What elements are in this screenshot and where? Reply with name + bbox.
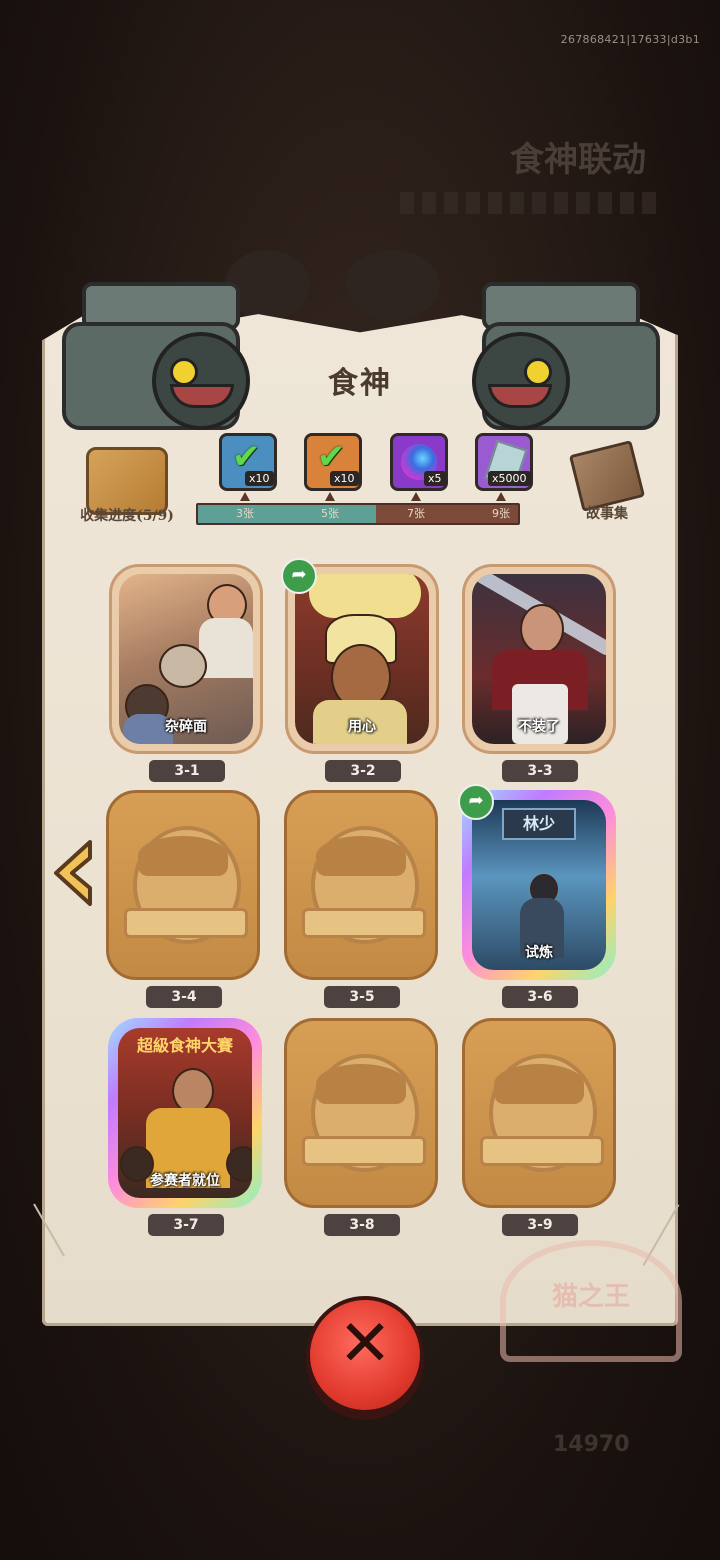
card-caption: 参赛者就位 [150, 1173, 220, 1189]
card-3-4-locked[interactable]: 3-4 [106, 790, 260, 1008]
progress-fill [198, 505, 376, 523]
card-3-5-locked[interactable]: 3-5 [284, 790, 438, 1008]
collection-progress-bar: 3张 5张 7张 9张 [196, 503, 520, 525]
card-id-label: 3-6 [502, 986, 578, 1008]
progress-marker [411, 492, 421, 501]
card-3-9-locked[interactable]: 3-9 [462, 1018, 616, 1236]
progress-tick: 3张 [236, 507, 254, 520]
card-caption: 杂碎面 [165, 719, 207, 735]
card-3-7[interactable]: 超級食神大賽 参赛者就位 3-7 [108, 1018, 262, 1236]
currency-value: 14970 [553, 1432, 630, 1457]
card-id-label: 3-3 [502, 760, 578, 782]
camera-right-decoration [470, 272, 700, 432]
card-caption: 试炼 [525, 945, 553, 961]
card-id-label: 3-7 [148, 1214, 224, 1236]
progress-marker [496, 492, 506, 501]
card-3-3[interactable]: 不装了 3-3 [462, 564, 616, 782]
progress-marker [325, 492, 335, 501]
event-subtitle-blur [400, 192, 660, 214]
card-id-label: 3-8 [324, 1214, 400, 1236]
card-3-1[interactable]: 杂碎面 3-1 [109, 564, 263, 782]
chevron-left-icon [54, 840, 92, 906]
card-id-label: 3-4 [146, 986, 222, 1008]
share-icon[interactable]: ➦ [458, 784, 494, 820]
progress-tick: 9张 [492, 507, 510, 520]
card-id-label: 3-1 [149, 760, 225, 782]
panel-title: 食神 [328, 366, 392, 401]
share-icon[interactable]: ➦ [281, 558, 317, 594]
collection-progress-label: 收集进度(5/9) [80, 508, 174, 524]
event-title: 食神联动 [510, 140, 646, 180]
progress-marker [240, 492, 250, 501]
reward-count: x5000 [488, 471, 531, 486]
card-banner: 超級食神大賽 [136, 1036, 233, 1055]
card-sign: 林少 [502, 808, 576, 840]
check-icon: ✔ [317, 437, 346, 477]
background-pot [345, 250, 440, 320]
reward-count: x5 [424, 471, 446, 486]
game-screen: 267868421|17633|d3b1 食神联动 14970 猫之王 食神 收… [0, 0, 720, 1560]
card-id-label: 3-9 [502, 1214, 578, 1236]
wax-stamp: 猫之王 [500, 1240, 682, 1362]
reward-count: x10 [245, 471, 274, 486]
build-id: 267868421|17633|d3b1 [560, 33, 700, 46]
progress-tick: 7张 [407, 507, 425, 520]
card-3-8-locked[interactable]: 3-8 [284, 1018, 438, 1236]
card-caption: 用心 [348, 719, 376, 735]
story-collection-label[interactable]: 故事集 [567, 503, 647, 523]
card-id-label: 3-5 [324, 986, 400, 1008]
close-button[interactable]: ✕ [306, 1296, 424, 1414]
card-3-6[interactable]: 林少 ➦ 试炼 3-6 [458, 784, 616, 1008]
card-id-label: 3-2 [325, 760, 401, 782]
card-3-2[interactable]: ➦ 用心 3-2 [281, 558, 439, 782]
camera-left-decoration [22, 272, 252, 432]
card-caption: 不装了 [518, 719, 560, 735]
close-icon: ✕ [338, 1307, 392, 1381]
progress-tick: 5张 [321, 507, 339, 520]
reward-count: x10 [330, 471, 359, 486]
check-icon: ✔ [232, 437, 261, 477]
prev-page-button[interactable] [50, 838, 96, 908]
